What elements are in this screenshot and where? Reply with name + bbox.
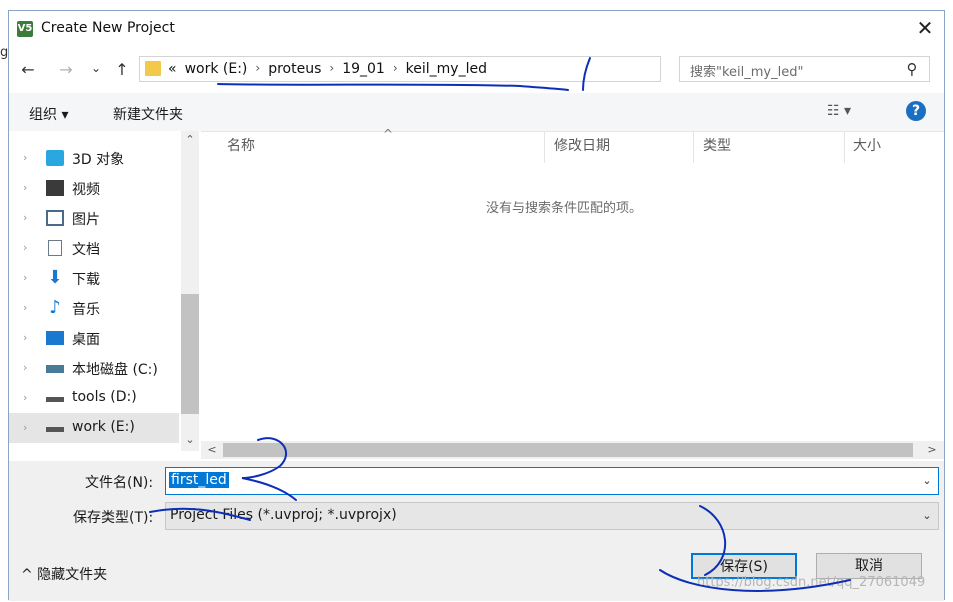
sidebar-scroll-thumb[interactable] — [181, 294, 199, 414]
sidebar-item-label: 下载 — [72, 272, 100, 288]
sidebar-item-music[interactable]: › ♪ 音乐 — [9, 293, 179, 323]
save-dialog: V5 Create New Project ✕ ← → ⌄ ↑ « work (… — [8, 10, 945, 601]
scroll-up-icon[interactable]: ⌃ — [181, 133, 199, 149]
empty-results-message: 没有与搜索条件匹配的项。 — [486, 201, 643, 216]
breadcrumb-separator[interactable]: › — [393, 61, 398, 77]
column-header-type[interactable]: 类型 — [703, 131, 731, 161]
filename-label: 文件名(N): — [85, 475, 154, 491]
breadcrumb-overflow[interactable]: « — [168, 61, 177, 77]
view-options-icon[interactable]: ☷ ▾ — [827, 103, 867, 121]
file-list: 名称 ^ 修改日期 类型 大小 没有与搜索条件匹配的项。 — [201, 127, 944, 441]
expand-chevron-icon[interactable]: › — [23, 271, 27, 284]
drive-c-icon — [46, 365, 64, 373]
folder-icon — [145, 61, 161, 76]
navigation-pane: › 3D 对象 › 视频 › 图片 › 文档 › ⬇ 下载 › ♪ 音乐 › 桌… — [9, 131, 201, 451]
column-divider[interactable] — [693, 131, 694, 163]
filename-field[interactable]: first_led ⌄ — [165, 467, 939, 495]
expand-chevron-icon[interactable]: › — [23, 241, 27, 254]
sidebar-item-3d-objects[interactable]: › 3D 对象 — [9, 143, 179, 173]
sidebar-item-label: 图片 — [72, 212, 100, 228]
picture-icon — [46, 210, 64, 226]
breadcrumb-separator[interactable]: › — [255, 61, 260, 77]
organize-menu-button[interactable]: 组织 ▾ — [29, 104, 68, 124]
scroll-left-icon[interactable]: < — [203, 443, 221, 459]
window-title: Create New Project — [41, 20, 175, 36]
sidebar-item-label: 视频 — [72, 182, 100, 198]
address-bar[interactable]: « work (E:) › proteus › 19_01 › keil_my_… — [139, 56, 785, 82]
sidebar-item-label: 文档 — [72, 242, 100, 258]
sidebar-item-label: tools (D:) — [72, 389, 137, 405]
search-input[interactable]: 搜索"keil_my_led" ⚲ — [679, 56, 930, 82]
horizontal-scroll-thumb[interactable] — [223, 443, 913, 457]
music-icon: ♪ — [49, 297, 61, 318]
search-placeholder: 搜索"keil_my_led" — [690, 65, 804, 80]
document-icon — [48, 240, 62, 256]
forward-arrow-icon[interactable]: → — [55, 59, 77, 81]
close-icon[interactable]: ✕ — [911, 15, 939, 41]
sidebar-item-label: work (E:) — [72, 419, 135, 435]
sidebar-item-pictures[interactable]: › 图片 — [9, 203, 179, 233]
sidebar-item-desktop[interactable]: › 桌面 — [9, 323, 179, 353]
back-arrow-icon[interactable]: ← — [17, 59, 39, 81]
column-header-date[interactable]: 修改日期 — [554, 131, 610, 161]
search-icon[interactable]: ⚲ — [902, 59, 922, 79]
scroll-right-icon[interactable]: > — [923, 443, 941, 459]
hide-folders-toggle[interactable]: ^ 隐藏文件夹 — [21, 564, 107, 584]
sidebar-item-videos[interactable]: › 视频 — [9, 173, 179, 203]
drive-icon — [46, 397, 64, 402]
filename-value[interactable]: first_led — [169, 472, 229, 488]
expand-chevron-icon[interactable]: › — [23, 361, 27, 374]
keil-app-icon: V5 — [17, 21, 33, 37]
new-folder-button[interactable]: 新建文件夹 — [113, 104, 183, 124]
sidebar-item-documents[interactable]: › 文档 — [9, 233, 179, 263]
command-toolbar: 组织 ▾ 新建文件夹 ☷ ▾ ? — [9, 93, 944, 132]
breadcrumb-item-keil-my-led[interactable]: keil_my_led — [406, 61, 487, 77]
expand-chevron-icon[interactable]: › — [23, 391, 27, 404]
recent-locations-chevron-icon[interactable]: ⌄ — [85, 57, 107, 79]
expand-chevron-icon[interactable]: › — [23, 421, 27, 434]
expand-chevron-icon[interactable]: › — [23, 331, 27, 344]
file-list-horizontal-scrollbar[interactable]: < > — [201, 441, 944, 459]
scroll-down-icon[interactable]: ⌄ — [181, 433, 199, 449]
sidebar-item-label: 音乐 — [72, 302, 100, 318]
column-header-name[interactable]: 名称 — [227, 131, 255, 161]
sidebar-item-label: 桌面 — [72, 332, 100, 348]
filename-dropdown-icon[interactable]: ⌄ — [918, 471, 936, 491]
breadcrumb-separator[interactable]: › — [329, 61, 334, 77]
download-icon: ⬇ — [47, 267, 63, 288]
filetype-select[interactable]: Project Files (*.uvproj; *.uvprojx) ⌄ — [165, 502, 939, 530]
sort-ascending-icon: ^ — [383, 127, 394, 141]
sidebar-scrollbar[interactable]: ⌃ ⌄ — [181, 131, 199, 451]
column-divider[interactable] — [544, 131, 545, 163]
sidebar-item-drive-d[interactable]: › tools (D:) — [9, 383, 179, 413]
column-divider[interactable] — [844, 131, 845, 163]
cube-icon — [46, 150, 64, 166]
title-bar: V5 Create New Project ✕ — [9, 11, 944, 45]
sidebar-item-label: 3D 对象 — [72, 152, 125, 168]
filetype-value: Project Files (*.uvproj; *.uvprojx) — [170, 507, 397, 523]
sidebar-item-label: 本地磁盘 (C:) — [72, 362, 158, 378]
expand-chevron-icon[interactable]: › — [23, 211, 27, 224]
column-header-size[interactable]: 大小 — [853, 131, 881, 161]
breadcrumb-item-proteus[interactable]: proteus — [268, 61, 321, 77]
expand-chevron-icon[interactable]: › — [23, 151, 27, 164]
filetype-dropdown-icon[interactable]: ⌄ — [918, 506, 936, 526]
breadcrumb-item-work[interactable]: work (E:) — [185, 61, 248, 77]
up-arrow-icon[interactable]: ↑ — [111, 59, 133, 81]
help-icon[interactable]: ? — [906, 101, 926, 121]
filetype-label: 保存类型(T): — [73, 510, 154, 526]
sidebar-item-drive-c[interactable]: › 本地磁盘 (C:) — [9, 353, 179, 383]
desktop-icon — [46, 331, 64, 345]
breadcrumb-item-19-01[interactable]: 19_01 — [342, 61, 385, 77]
expand-chevron-icon[interactable]: › — [23, 181, 27, 194]
breadcrumb: « work (E:) › proteus › 19_01 › keil_my_… — [168, 61, 487, 77]
video-icon — [46, 180, 64, 196]
drive-icon — [46, 427, 64, 432]
watermark: https://blog.csdn.net/qq_27061049 — [697, 575, 926, 590]
sidebar-item-drive-e[interactable]: › work (E:) — [9, 413, 179, 443]
expand-chevron-icon[interactable]: › — [23, 301, 27, 314]
sidebar-item-downloads[interactable]: › ⬇ 下载 — [9, 263, 179, 293]
